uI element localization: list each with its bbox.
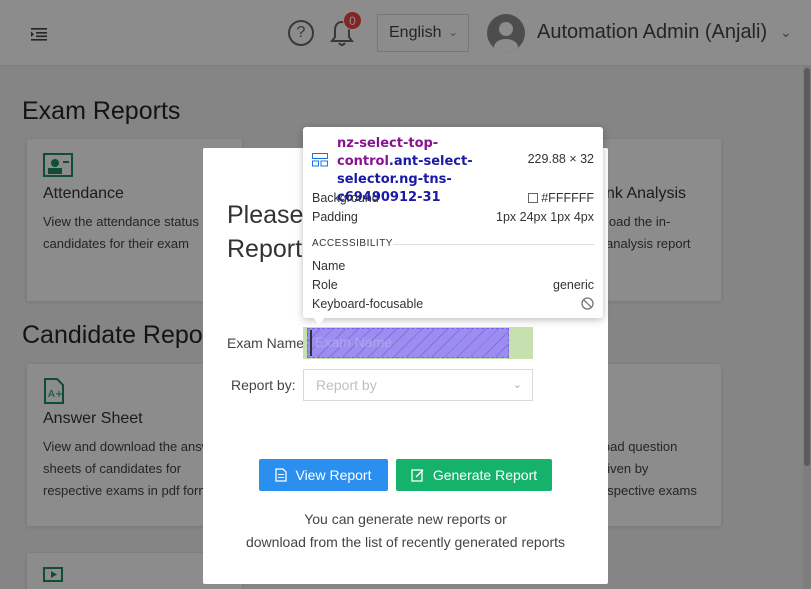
file-icon (275, 468, 288, 482)
generate-report-button[interactable]: Generate Report (396, 459, 552, 491)
view-report-label: View Report (295, 467, 372, 483)
exam-name-label: Exam Name (227, 335, 305, 351)
padding-value: 1px 24px 1px 4px (496, 210, 594, 224)
accessibility-heading: ACCESSIBILITY (312, 238, 393, 249)
tooltip-padding-row: Padding 1px 24px 1px 4px (312, 210, 594, 224)
report-by-label: Report by: (231, 377, 296, 393)
element-icon (312, 153, 328, 167)
tooltip-background-row: Background #FFFFFF (312, 191, 594, 205)
modal-hint-line: You can generate new reports or (304, 511, 507, 527)
tooltip-dimensions: 229.88 × 32 (527, 152, 594, 166)
tooltip-role-row: Role generic (312, 278, 594, 292)
background-label: Background (312, 191, 379, 205)
view-report-button[interactable]: View Report (259, 459, 388, 491)
exam-name-placeholder: Exam Name (315, 334, 393, 350)
report-by-select[interactable]: Report by ⌄ (303, 369, 533, 401)
chevron-down-icon: ⌄ (512, 379, 522, 391)
tooltip-keyboard-row: Keyboard-focusable (312, 297, 594, 311)
color-swatch (528, 193, 539, 203)
accessibility-divider (393, 244, 594, 245)
exam-name-select[interactable]: Exam Name (303, 327, 533, 359)
not-allowed-icon (581, 297, 594, 310)
role-value: generic (553, 278, 594, 292)
keyboard-label: Keyboard-focusable (312, 297, 424, 311)
generate-report-label: Generate Report (432, 467, 538, 483)
text-cursor (310, 330, 312, 356)
tooltip-name-row: Name (312, 259, 594, 273)
edit-icon (411, 469, 424, 482)
role-label: Role (312, 278, 338, 292)
name-label: Name (312, 259, 346, 273)
padding-label: Padding (312, 210, 358, 224)
report-by-placeholder: Report by (316, 377, 377, 393)
devtools-inspect-tooltip: nz-select-top-control.ant-select-selecto… (303, 127, 603, 318)
background-value: #FFFFFF (541, 191, 594, 205)
tooltip-arrow (312, 316, 326, 325)
modal-hint-line: download from the list of recently gener… (245, 534, 566, 550)
background-value-wrap: #FFFFFF (528, 191, 594, 205)
